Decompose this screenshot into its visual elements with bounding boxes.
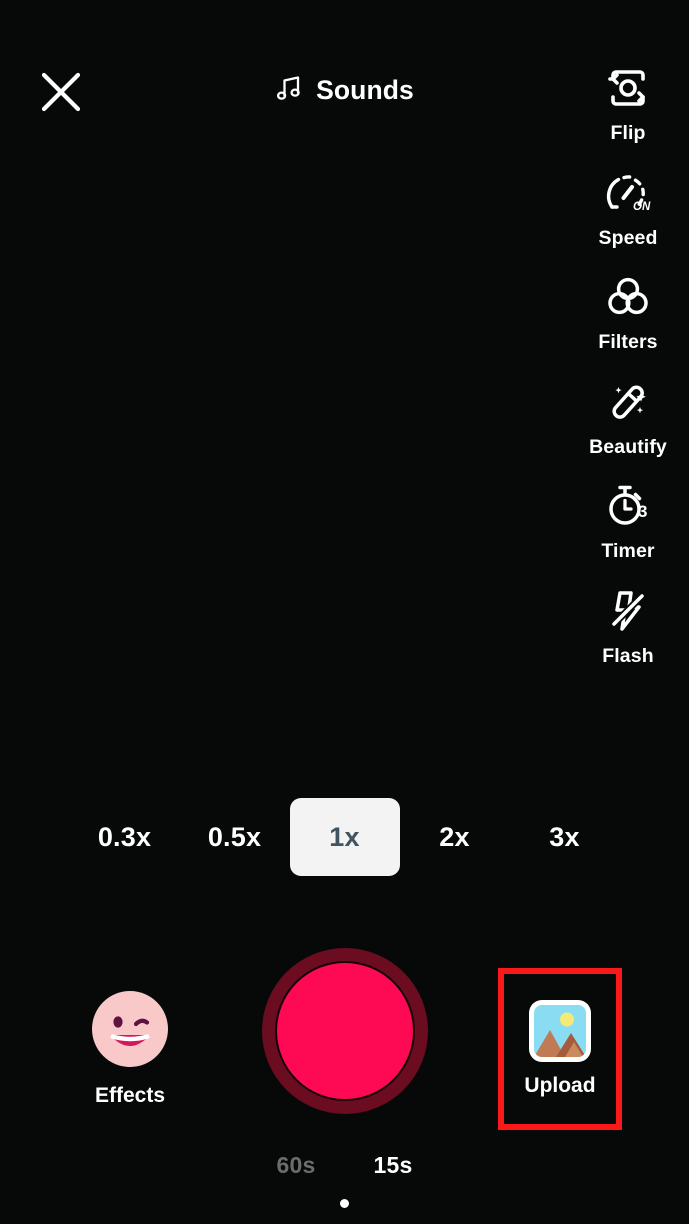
record-button-inner (275, 961, 415, 1101)
sidebar-item-timer[interactable]: 3 Timer (567, 476, 689, 563)
magic-wand-icon (598, 372, 658, 432)
speed-option-05x[interactable]: 0.5x (180, 798, 290, 876)
effects-label: Effects (94, 1084, 166, 1107)
effects-button[interactable]: Effects (91, 991, 169, 1108)
sidebar-item-label: Speed (598, 226, 658, 249)
photo-thumbnail-icon (529, 1000, 591, 1062)
sounds-label: Sounds (316, 75, 414, 105)
duration-option-60s[interactable]: 60s (277, 1152, 316, 1179)
sidebar-item-flip[interactable]: Flip (567, 58, 689, 145)
speed-selector: 0.3x 0.5x 1x 2x 3x (0, 798, 689, 876)
svg-text:3: 3 (638, 502, 647, 521)
speed-option-03x[interactable]: 0.3x (70, 798, 180, 876)
sidebar-item-label: Timer (601, 540, 655, 562)
speed-option-2x[interactable]: 2x (400, 798, 510, 876)
filters-circles-icon (598, 267, 658, 327)
speed-option-3x[interactable]: 3x (510, 798, 620, 876)
duration-active-indicator (340, 1199, 349, 1208)
camera-screen: Sounds Flip ON Speed Filters Beautify 3 … (0, 0, 689, 1224)
speed-gauge-icon: ON (598, 163, 658, 223)
camera-tools-sidebar: Flip ON Speed Filters Beautify 3 Timer F… (567, 58, 689, 685)
music-note-icon (275, 73, 305, 108)
sidebar-item-label: Filters (598, 331, 658, 353)
speed-option-1x[interactable]: 1x (289, 798, 400, 876)
sidebar-item-label: Beautify (589, 435, 667, 458)
flip-camera-icon (598, 58, 658, 118)
sidebar-item-speed[interactable]: ON Speed (567, 163, 689, 250)
sidebar-item-label: Flip (610, 122, 646, 144)
upload-button[interactable]: Upload (498, 968, 622, 1130)
svg-text:ON: ON (633, 201, 651, 213)
flash-off-icon (598, 581, 658, 641)
sidebar-item-beautify[interactable]: Beautify (567, 372, 689, 459)
duration-option-15s[interactable]: 15s (374, 1152, 413, 1179)
winking-face-icon (92, 991, 168, 1072)
record-button[interactable] (262, 948, 428, 1114)
duration-selector: 60s 15s (0, 1152, 689, 1179)
stopwatch-icon: 3 (598, 476, 658, 536)
sidebar-item-flash[interactable]: Flash (567, 581, 689, 668)
sidebar-item-filters[interactable]: Filters (567, 267, 689, 354)
upload-label: Upload (524, 1074, 596, 1097)
sidebar-item-label: Flash (602, 644, 654, 667)
